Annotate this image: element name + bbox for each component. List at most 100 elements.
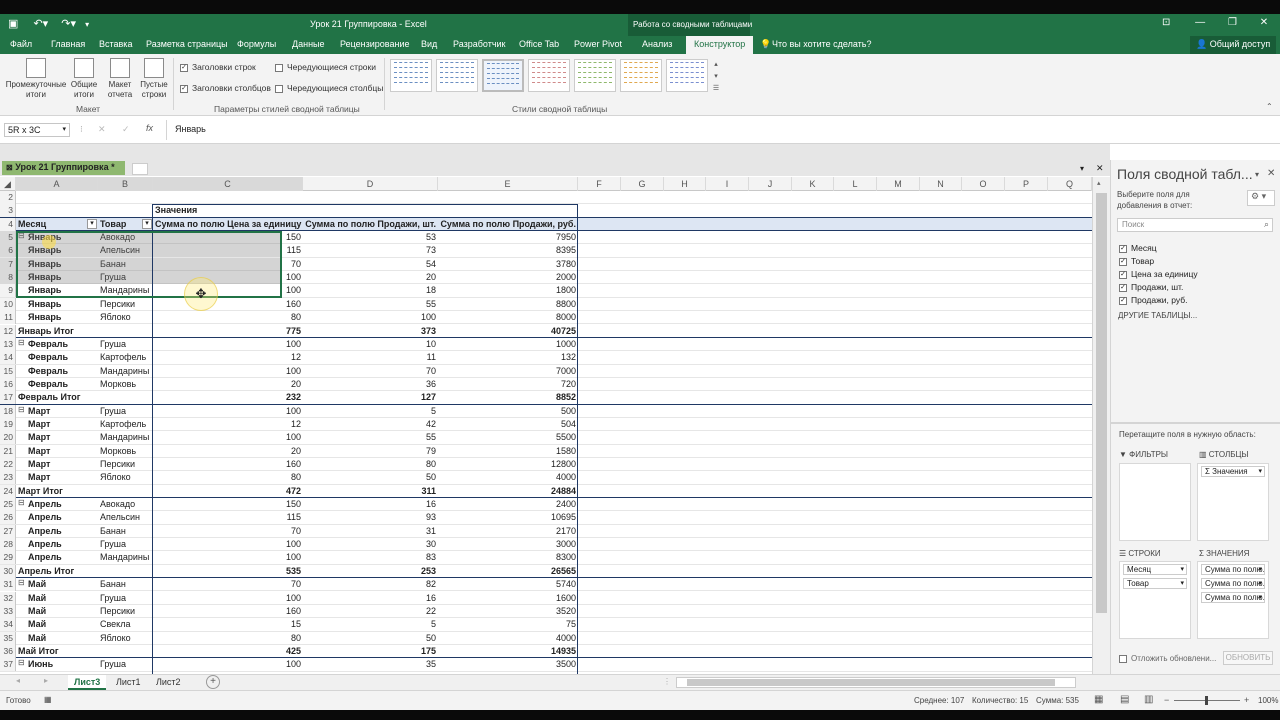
rub-cell[interactable]: 4000 (438, 471, 578, 484)
qty-cell[interactable]: 79 (303, 445, 438, 458)
scroll-sheets-right-icon[interactable]: ▸ (44, 676, 48, 685)
price-cell[interactable]: 80 (153, 471, 303, 484)
product-cell[interactable]: Персики (98, 458, 153, 471)
collapse-icon[interactable]: ⊟ (18, 405, 25, 414)
rub-cell[interactable]: 26565 (438, 565, 578, 578)
subtotals-button[interactable]: Промежуточные итоги (4, 58, 68, 100)
qty-cell[interactable]: 253 (303, 565, 438, 578)
grand-totals-button[interactable]: Общие итоги (68, 58, 100, 100)
column-header[interactable]: F (578, 177, 621, 191)
rub-cell[interactable]: 3000 (438, 538, 578, 551)
qty-cell[interactable]: 93 (303, 511, 438, 524)
month-cell[interactable]: Май (16, 592, 98, 605)
row-number[interactable]: 7 (0, 257, 16, 271)
collapse-icon[interactable]: ⊟ (18, 231, 25, 240)
price-cell[interactable]: 100 (153, 551, 303, 564)
month-cell[interactable]: Апрель (16, 525, 98, 538)
qty-cell[interactable]: 50 (303, 632, 438, 645)
product-cell[interactable] (98, 565, 153, 578)
product-cell[interactable]: Персики (98, 298, 153, 311)
qty-cell[interactable]: 175 (303, 645, 438, 658)
customize-qat-icon[interactable]: ▾ (85, 20, 89, 29)
month-cell[interactable]: Январь (16, 231, 98, 244)
price-cell[interactable]: 100 (153, 431, 303, 444)
qty-cell[interactable]: 73 (303, 244, 438, 257)
rub-cell[interactable]: 4000 (438, 632, 578, 645)
rub-cell[interactable]: 40725 (438, 325, 578, 338)
rub-cell[interactable]: 14935 (438, 645, 578, 658)
row-number[interactable]: 6 (0, 244, 16, 258)
pivot-header-rub[interactable]: Сумма по полю Продажи, руб. (438, 218, 578, 231)
rub-cell[interactable]: 1800 (438, 284, 578, 297)
qty-cell[interactable]: 5 (303, 618, 438, 631)
qty-cell[interactable]: 11 (303, 351, 438, 364)
product-cell[interactable]: Груша (98, 405, 153, 418)
price-cell[interactable]: 20 (153, 378, 303, 391)
month-cell[interactable]: Апрель (16, 511, 98, 524)
price-cell[interactable]: 100 (153, 538, 303, 551)
subtotal-label[interactable]: Май Итог (16, 645, 98, 658)
vertical-scrollbar[interactable]: ▴ (1092, 177, 1110, 674)
product-cell[interactable]: Мандарины (98, 551, 153, 564)
price-cell[interactable]: 100 (153, 284, 303, 297)
row-number[interactable]: 33 (0, 604, 16, 618)
pivot-header-month[interactable]: Месяц (16, 218, 98, 231)
price-cell[interactable]: 12 (153, 418, 303, 431)
close-icon[interactable]: ✕ (1260, 17, 1268, 28)
defer-update-checkbox[interactable]: Отложить обновлени... (1119, 654, 1216, 663)
month-cell[interactable]: Январь (16, 258, 98, 271)
product-cell[interactable]: Мандарины (98, 431, 153, 444)
sheet-tab-list2[interactable]: Лист2 (150, 675, 187, 690)
qty-cell[interactable]: 55 (303, 298, 438, 311)
rub-cell[interactable]: 5740 (438, 578, 578, 591)
rub-cell[interactable]: 7000 (438, 365, 578, 378)
collapse-icon[interactable]: ⊟ (18, 578, 25, 587)
row-number[interactable]: 13 (0, 337, 16, 351)
price-cell[interactable]: 100 (153, 365, 303, 378)
maximize-icon[interactable]: ❐ (1228, 17, 1237, 28)
month-cell[interactable]: Май (16, 578, 98, 591)
values-drop-area[interactable]: Сумма по полю... Сумма по полю... Сумма … (1197, 561, 1269, 639)
pivot-style-thumbnail[interactable] (574, 59, 616, 92)
qty-cell[interactable]: 70 (303, 365, 438, 378)
minimize-icon[interactable]: — (1195, 17, 1205, 28)
row-number[interactable]: 10 (0, 297, 16, 311)
rub-cell[interactable]: 3780 (438, 258, 578, 271)
undo-icon[interactable]: ↶▾ (33, 18, 48, 30)
price-cell[interactable]: 100 (153, 405, 303, 418)
qty-cell[interactable]: 54 (303, 258, 438, 271)
page-layout-view-icon[interactable]: ▤ (1120, 694, 1129, 705)
product-cell[interactable]: Мандарины (98, 365, 153, 378)
row-number[interactable]: 18 (0, 404, 16, 418)
collapse-icon[interactable]: ⊟ (18, 498, 25, 507)
qty-cell[interactable]: 35 (303, 658, 438, 671)
column-header[interactable]: Q (1048, 177, 1092, 191)
tab-design[interactable]: Конструктор (686, 36, 754, 54)
price-cell[interactable]: 70 (153, 258, 303, 271)
month-cell[interactable]: Февраль (16, 338, 98, 351)
row-number[interactable]: 9 (0, 284, 16, 298)
product-cell[interactable]: Груша (98, 338, 153, 351)
row-number[interactable]: 11 (0, 311, 16, 325)
price-cell[interactable]: 100 (153, 271, 303, 284)
row-number[interactable]: 28 (0, 538, 16, 552)
column-header[interactable]: L (834, 177, 877, 191)
tell-me-search[interactable]: Что вы хотите сделать? (772, 39, 872, 49)
qty-cell[interactable]: 50 (303, 471, 438, 484)
subtotal-label[interactable]: Февраль Итог (16, 391, 98, 404)
enter-icon[interactable]: ✓ (122, 124, 130, 135)
month-cell[interactable]: Апрель (16, 551, 98, 564)
row-number[interactable]: 14 (0, 351, 16, 365)
pivot-style-thumbnail[interactable] (528, 59, 570, 92)
product-cell[interactable]: Картофель (98, 351, 153, 364)
row-number[interactable]: 34 (0, 618, 16, 632)
column-header[interactable]: O (962, 177, 1005, 191)
pivot-style-thumbnail[interactable] (390, 59, 432, 92)
column-header[interactable]: K (792, 177, 834, 191)
rub-cell[interactable]: 2000 (438, 271, 578, 284)
ribbon-display-icon[interactable]: ⊡ (1162, 17, 1170, 28)
subtotal-label[interactable]: Апрель Итог (16, 565, 98, 578)
column-header[interactable]: I (706, 177, 749, 191)
row-number[interactable]: 20 (0, 431, 16, 445)
price-cell[interactable]: 15 (153, 618, 303, 631)
